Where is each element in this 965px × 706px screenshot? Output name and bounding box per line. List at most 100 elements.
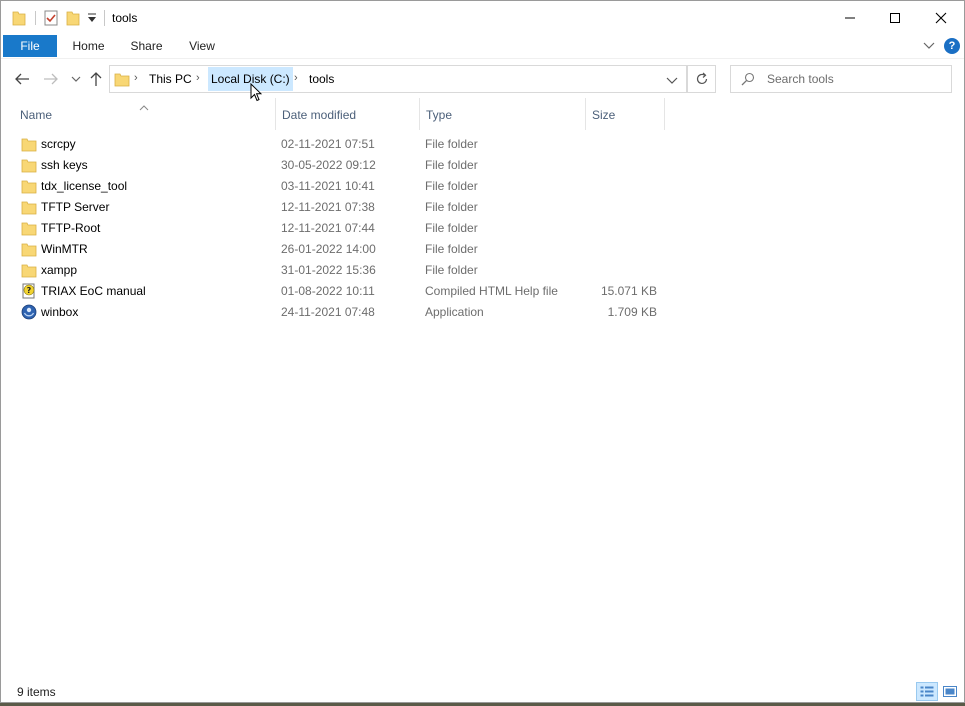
- file-type: File folder: [425, 137, 478, 151]
- file-row[interactable]: WinMTR 26-01-2022 14:00 File folder: [1, 239, 964, 260]
- close-icon: [935, 12, 947, 24]
- file-date-modified: 03-11-2021 10:41: [281, 179, 375, 193]
- window-title: tools: [112, 11, 138, 25]
- file-list: scrcpy 02-11-2021 07:51 File folder ssh key…: [1, 134, 964, 323]
- file-date-modified: 12-11-2021 07:38: [281, 200, 375, 214]
- file-name[interactable]: TRIAX EoC manual: [41, 281, 146, 302]
- chevron-right-icon[interactable]: ›: [134, 72, 138, 84]
- file-type: File folder: [425, 200, 478, 214]
- tab-view[interactable]: View: [179, 35, 225, 57]
- file-size: [585, 218, 657, 239]
- file-row[interactable]: TFTP Server 12-11-2021 07:38 File folder: [1, 197, 964, 218]
- file-name[interactable]: tdx_license_tool: [41, 176, 127, 197]
- file-date-modified: 26-01-2022 14:00: [281, 242, 376, 256]
- file-size: [585, 155, 657, 176]
- file-size: 1.709 KB: [607, 305, 657, 319]
- tab-home[interactable]: Home: [61, 35, 116, 57]
- maximize-button[interactable]: [872, 1, 918, 35]
- file-date-modified: 30-05-2022 09:12: [281, 158, 376, 172]
- file-name[interactable]: xampp: [41, 260, 77, 281]
- item-count: 9 items: [17, 685, 56, 699]
- column-header-date-modified[interactable]: Date modified: [275, 98, 419, 130]
- breadcrumb-tools[interactable]: tools: [306, 67, 337, 91]
- mouse-cursor-icon: [250, 83, 262, 102]
- details-view-button[interactable]: [916, 682, 938, 701]
- file-name[interactable]: scrcpy: [41, 134, 76, 155]
- file-row[interactable]: winbox 24-11-2021 07:48 Application 1.709 K…: [1, 302, 964, 323]
- minimize-button[interactable]: [827, 1, 873, 35]
- up-button[interactable]: [87, 70, 105, 88]
- file-row[interactable]: TFTP-Root 12-11-2021 07:44 File folder: [1, 218, 964, 239]
- breadcrumb-this-pc[interactable]: This PC: [146, 67, 195, 91]
- customize-toolbar-icon[interactable]: [87, 12, 97, 28]
- chevron-right-icon[interactable]: ›: [294, 72, 298, 84]
- chevron-down-icon: [71, 76, 81, 82]
- divider: [104, 10, 105, 26]
- tab-file[interactable]: File: [3, 35, 57, 57]
- new-folder-icon[interactable]: [66, 10, 80, 26]
- back-arrow-icon: [15, 73, 29, 85]
- expand-ribbon-icon[interactable]: [923, 39, 935, 53]
- address-bar[interactable]: › This PC › Local Disk (C:) › tools: [109, 65, 687, 93]
- file-size: [585, 260, 657, 281]
- folder-icon: [21, 157, 37, 173]
- column-header-size[interactable]: Size: [585, 98, 665, 130]
- file-date-modified: 02-11-2021 07:51: [281, 137, 375, 151]
- file-size: [585, 176, 657, 197]
- file-row[interactable]: ssh keys 30-05-2022 09:12 File folder: [1, 155, 964, 176]
- navigation-bar: › This PC › Local Disk (C:) › tools: [1, 58, 964, 98]
- file-type: Application: [425, 305, 484, 319]
- folder-icon: [21, 199, 37, 215]
- file-type: File folder: [425, 242, 478, 256]
- file-row[interactable]: tdx_license_tool 03-11-2021 10:41 File fol…: [1, 176, 964, 197]
- file-size: [585, 239, 657, 260]
- explorer-window: tools File Home Share View ? › This PC ›…: [0, 0, 965, 703]
- file-name[interactable]: TFTP-Root: [41, 218, 100, 239]
- application-icon: [21, 304, 37, 320]
- file-name[interactable]: winbox: [41, 302, 78, 323]
- tab-share[interactable]: Share: [120, 35, 173, 57]
- file-row[interactable]: ? TRIAX EoC manual 01-08-2022 10:11 Compile…: [1, 281, 964, 302]
- address-history-dropdown[interactable]: [666, 74, 678, 88]
- folder-icon: [21, 178, 37, 194]
- file-name[interactable]: TFTP Server: [41, 197, 109, 218]
- column-headers: Name Date modified Type Size: [1, 98, 964, 130]
- svg-text:?: ?: [27, 286, 32, 295]
- forward-button[interactable]: [42, 70, 60, 88]
- folder-icon: [21, 220, 37, 236]
- folder-icon: [21, 262, 37, 278]
- recent-locations-button[interactable]: [67, 70, 85, 88]
- file-row[interactable]: xampp 31-01-2022 15:36 File folder: [1, 260, 964, 281]
- file-name[interactable]: ssh keys: [41, 155, 88, 176]
- file-date-modified: 01-08-2022 10:11: [281, 284, 375, 298]
- ribbon-tabs: File Home Share View ?: [1, 35, 964, 57]
- help-file-icon: ?: [21, 283, 37, 299]
- status-bar: 9 items: [1, 681, 964, 703]
- search-input[interactable]: [767, 70, 947, 88]
- chevron-right-icon[interactable]: ›: [196, 72, 200, 84]
- forward-arrow-icon: [44, 73, 58, 85]
- folder-icon: [114, 71, 130, 90]
- folder-icon: [12, 10, 26, 26]
- properties-icon[interactable]: [43, 10, 59, 26]
- file-type: File folder: [425, 263, 478, 277]
- column-header-name[interactable]: Name: [14, 98, 275, 130]
- column-header-type[interactable]: Type: [419, 98, 585, 130]
- back-button[interactable]: [13, 70, 31, 88]
- refresh-icon: [696, 72, 707, 85]
- file-date-modified: 24-11-2021 07:48: [281, 305, 375, 319]
- file-type: File folder: [425, 179, 478, 193]
- file-name[interactable]: WinMTR: [41, 239, 88, 260]
- file-size: 15.071 KB: [600, 284, 657, 298]
- search-box[interactable]: [730, 65, 952, 93]
- details-view-icon: [920, 686, 934, 696]
- chevron-down-icon: [666, 77, 678, 84]
- file-row[interactable]: scrcpy 02-11-2021 07:51 File folder: [1, 134, 964, 155]
- large-icons-view-button[interactable]: [940, 682, 960, 701]
- close-button[interactable]: [918, 1, 964, 35]
- file-date-modified: 12-11-2021 07:44: [281, 221, 375, 235]
- file-type: Compiled HTML Help file: [425, 284, 558, 298]
- help-button[interactable]: ?: [944, 38, 960, 54]
- refresh-button[interactable]: [687, 65, 716, 93]
- title-bar[interactable]: tools: [1, 1, 964, 35]
